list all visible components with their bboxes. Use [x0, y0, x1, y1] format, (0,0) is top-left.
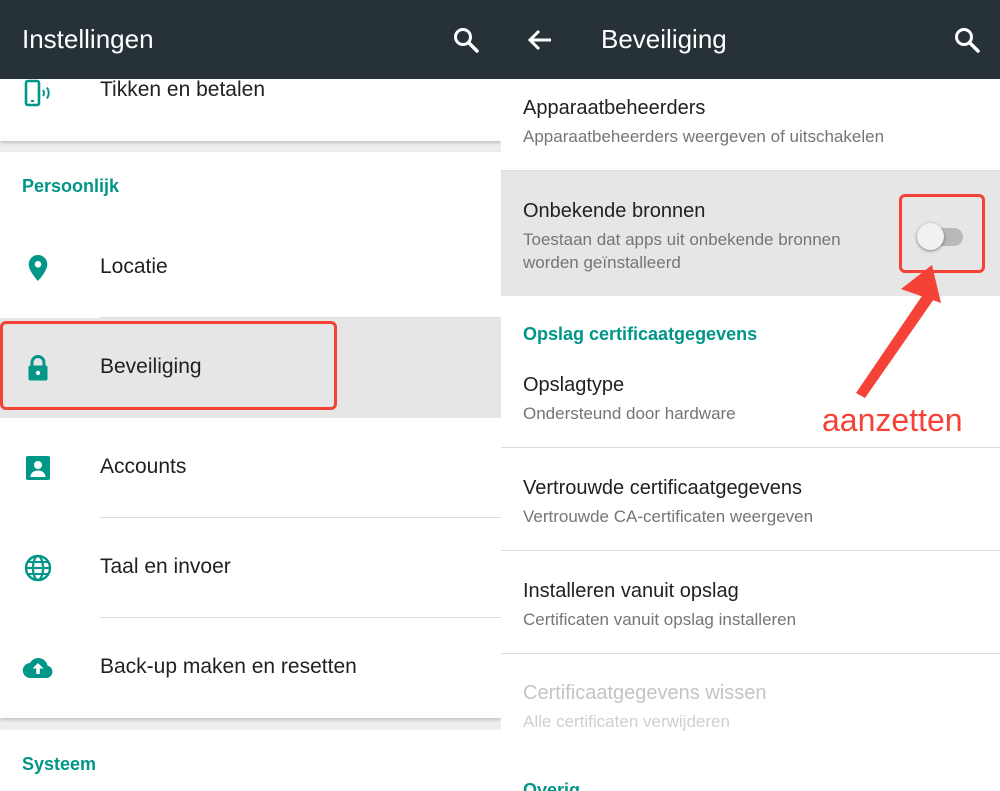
pref-trusted-credentials[interactable]: Vertrouwde certificaatgegevens Vertrouwd… — [501, 448, 1000, 551]
settings-item-label: Tikken en betalen — [100, 78, 265, 101]
settings-item-accounts[interactable]: Accounts — [0, 418, 501, 518]
settings-item-label: Back-up maken en resetten — [100, 655, 357, 678]
settings-item-language[interactable]: Taal en invoer — [0, 518, 501, 618]
search-icon[interactable] — [951, 24, 983, 56]
cloud-upload-icon — [22, 658, 53, 679]
settings-appbar: Instellingen — [0, 0, 501, 79]
settings-item-security[interactable]: Beveiliging — [0, 318, 501, 418]
section-header-system: Systeem — [22, 754, 97, 774]
red-arrow-icon — [856, 265, 941, 398]
security-appbar: Beveiliging — [501, 0, 1000, 79]
pref-summary-line1: Toestaan dat apps uit onbekende bronnen — [523, 230, 841, 249]
lock-icon — [28, 355, 48, 381]
pref-title: Installeren vanuit opslag — [523, 580, 739, 602]
settings-item-label: Taal en invoer — [100, 555, 231, 578]
page-title: Instellingen — [22, 24, 154, 54]
pref-title: Vertrouwde certificaatgegevens — [523, 477, 803, 499]
pref-summary-line2: worden geïnstalleerd — [523, 253, 681, 272]
globe-icon — [24, 554, 52, 582]
settings-panel: Tikken en betalen Persoonlijk Locatie Be… — [0, 0, 501, 791]
page-title: Beveiliging — [601, 24, 727, 54]
pref-device-admins[interactable]: Apparaatbeheerders Apparaatbeheerders we… — [501, 79, 1000, 171]
section-header-other: Overig — [523, 780, 581, 791]
pref-title: Onbekende bronnen — [523, 200, 706, 222]
pref-title: Certificaatgegevens wissen — [523, 682, 767, 704]
system-section-card: Systeem — [0, 730, 501, 791]
settings-item-label: Accounts — [100, 455, 187, 478]
pref-summary: Apparaatbeheerders weergeven of uitschak… — [523, 127, 885, 146]
pref-title: Apparaatbeheerders — [523, 97, 706, 119]
location-pin-icon — [28, 255, 48, 281]
pref-clear-credentials: Certificaatgegevens wissen Alle certific… — [501, 654, 1000, 754]
switch-thumb[interactable] — [917, 223, 944, 250]
pref-summary: Alle certificaten verwijderen — [523, 712, 730, 731]
pref-summary: Certificaten vanuit opslag installeren — [523, 610, 797, 629]
settings-item-label: Beveiliging — [100, 355, 202, 378]
search-icon[interactable] — [450, 24, 482, 56]
pref-install-from-storage[interactable]: Installeren vanuit opslag Certificaten v… — [501, 551, 1000, 654]
arrow-back-icon[interactable] — [524, 24, 556, 56]
settings-item-label: Locatie — [100, 255, 168, 278]
nfc-phone-icon — [24, 79, 50, 107]
settings-item-location[interactable]: Locatie — [0, 218, 501, 318]
pref-summary: Vertrouwde CA-certificaten weergeven — [523, 507, 814, 526]
section-header-personal: Persoonlijk — [22, 176, 120, 196]
pref-summary: Ondersteund door hardware — [523, 404, 736, 423]
personal-section-card: Persoonlijk Locatie Beveiliging Accounts — [0, 152, 501, 718]
pref-title: Opslagtype — [523, 374, 625, 396]
settings-item-backup[interactable]: Back-up maken en resetten — [0, 618, 501, 718]
section-header-credential-storage: Opslag certificaatgegevens — [523, 324, 758, 344]
account-icon — [26, 456, 50, 480]
annotation-text: aanzetten — [822, 402, 963, 438]
